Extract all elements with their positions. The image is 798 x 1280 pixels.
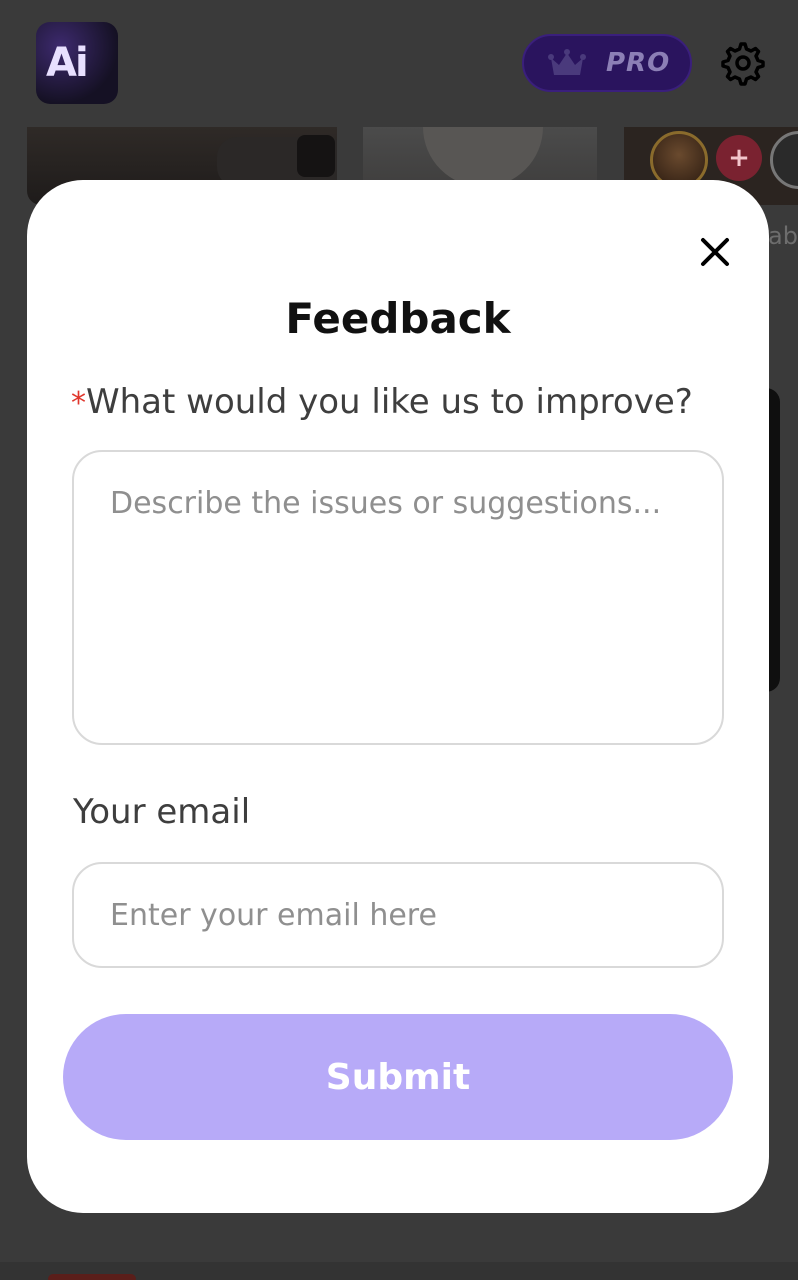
avatar xyxy=(770,131,798,189)
submit-button[interactable]: Submit xyxy=(63,1014,733,1140)
improve-question-label: *What would you like us to improve? xyxy=(71,382,693,422)
email-label: Your email xyxy=(73,792,251,832)
email-field[interactable] xyxy=(72,862,724,968)
background-label: ab xyxy=(768,222,798,250)
settings-gear-icon[interactable] xyxy=(716,38,766,88)
pro-label: PRO xyxy=(606,48,671,78)
crown-icon xyxy=(548,49,586,75)
app-logo-text: Ai xyxy=(46,40,89,86)
improve-question-text: What would you like us to improve? xyxy=(86,382,693,422)
required-asterisk: * xyxy=(71,386,86,421)
close-icon[interactable] xyxy=(693,230,737,274)
background-chip xyxy=(48,1274,136,1280)
feedback-dialog: Feedback *What would you like us to impr… xyxy=(27,180,769,1213)
pro-button[interactable]: PRO xyxy=(522,34,692,92)
feedback-textarea[interactable] xyxy=(72,450,724,745)
heart-plus-icon: + xyxy=(716,135,762,181)
dialog-title: Feedback xyxy=(285,294,511,343)
thumbnail-detail xyxy=(297,135,335,177)
thumbnail-image xyxy=(423,127,543,187)
app-logo[interactable]: Ai xyxy=(36,22,118,104)
